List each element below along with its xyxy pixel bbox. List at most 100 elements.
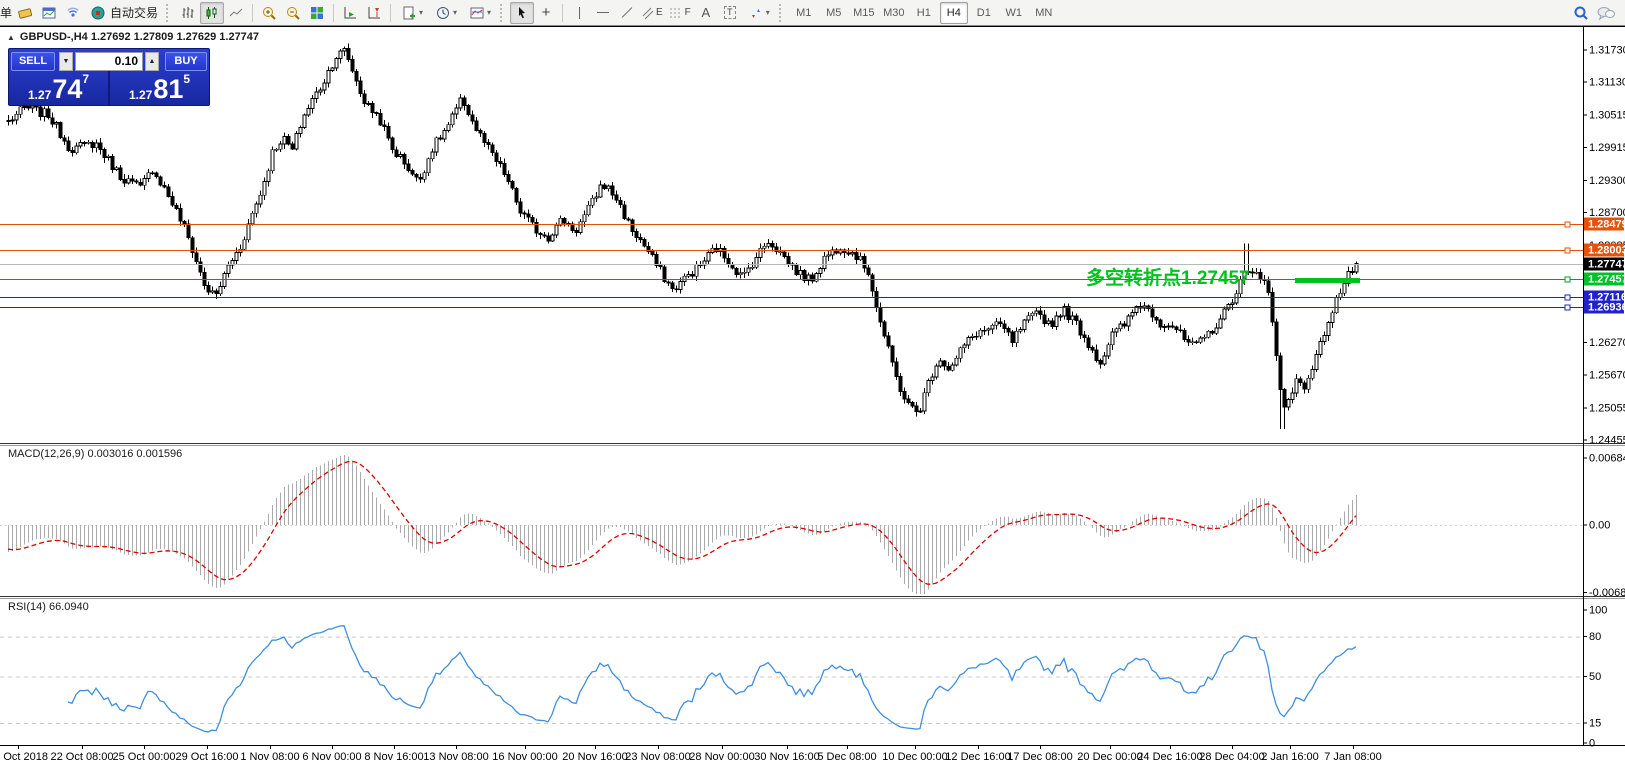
toolbar-separator: [562, 4, 563, 22]
zoom-out-button[interactable]: [281, 2, 305, 24]
chat-button[interactable]: [1593, 2, 1619, 24]
chart-header: ▲ GBPUSD-,H4 1.27692 1.27809 1.27629 1.2…: [7, 31, 259, 43]
svg-text:1.28479: 1.28479: [1588, 219, 1625, 231]
annotation-highlight-bar[interactable]: [1295, 278, 1360, 283]
new-order-button-clipped[interactable]: 单: [0, 2, 13, 24]
svg-text:1.26270: 1.26270: [1589, 337, 1625, 349]
buy-price-big: 81: [153, 76, 183, 102]
timeframe-M15[interactable]: M15: [850, 2, 878, 24]
svg-text:1.31730: 1.31730: [1589, 45, 1625, 57]
svg-text:24 Dec 16:00: 24 Dec 16:00: [1137, 751, 1202, 763]
svg-text:1.29300: 1.29300: [1589, 175, 1625, 187]
toolbar-separator: [390, 4, 391, 22]
timeframe-H1[interactable]: H1: [910, 2, 938, 24]
vertical-line-tool[interactable]: [567, 2, 591, 24]
volume-input[interactable]: [75, 52, 143, 71]
toolbar-grip[interactable]: [166, 4, 173, 22]
order-tag-icon: [17, 5, 33, 21]
svg-text:1.28003: 1.28003: [1588, 245, 1625, 257]
chart-canvas[interactable]: 多空转折点1.274571.317301.311301.305151.29915…: [0, 26, 1625, 768]
toolbar-separator: [333, 4, 334, 22]
chart-shift-button[interactable]: [362, 2, 386, 24]
buy-button[interactable]: BUY: [165, 52, 207, 71]
timeframe-H4[interactable]: H4: [940, 2, 968, 24]
chat-icon: [1596, 5, 1616, 21]
svg-text:1.24455: 1.24455: [1589, 435, 1625, 447]
arrows-tool[interactable]: ▾: [742, 2, 776, 24]
candlestick-chart-button[interactable]: [200, 2, 224, 24]
bar-chart-button[interactable]: [176, 2, 200, 24]
trendline-tool[interactable]: [615, 2, 639, 24]
svg-text:1.27457: 1.27457: [1588, 274, 1625, 286]
line-drag-handle[interactable]: [1565, 295, 1570, 300]
arrows-icon: [748, 6, 764, 20]
dropdown-arrow-icon: ▾: [453, 8, 457, 17]
indicators-button[interactable]: ▾: [395, 2, 429, 24]
sell-price-sup: 7: [82, 72, 89, 86]
timeframe-M5[interactable]: M5: [820, 2, 848, 24]
periods-button[interactable]: ▾: [429, 2, 463, 24]
horizontal-line-tool[interactable]: [591, 2, 615, 24]
svg-text:28 Dec 04:00: 28 Dec 04:00: [1199, 751, 1264, 763]
zoom-in-button[interactable]: [257, 2, 281, 24]
svg-text:0.00: 0.00: [1589, 520, 1610, 532]
sell-button[interactable]: SELL: [11, 52, 55, 71]
timeframe-MN[interactable]: MN: [1030, 2, 1058, 24]
line-drag-handle[interactable]: [1565, 222, 1570, 227]
svg-text:20 Dec 00:00: 20 Dec 00:00: [1077, 751, 1142, 763]
cursor-button[interactable]: [510, 2, 534, 24]
tile-windows-button[interactable]: [305, 2, 329, 24]
timeframe-D1[interactable]: D1: [970, 2, 998, 24]
volume-decrease-button[interactable]: ▼: [59, 52, 73, 71]
svg-text:1.28700: 1.28700: [1589, 207, 1625, 219]
crosshair-button[interactable]: +: [534, 2, 558, 24]
text-tool[interactable]: A: [694, 2, 718, 24]
svg-text:17 Dec 08:00: 17 Dec 08:00: [1007, 751, 1072, 763]
new-order-button[interactable]: [13, 2, 37, 24]
sell-price[interactable]: 1.27 74 7: [9, 71, 108, 105]
buy-price[interactable]: 1.27 81 5: [110, 71, 209, 105]
line-drag-handle[interactable]: [1565, 305, 1570, 310]
trade-panel-price-row: 1.27 74 7 1.27 81 5: [9, 71, 209, 105]
templates-button[interactable]: ▾: [463, 2, 497, 24]
toolbar-grip[interactable]: [779, 4, 786, 22]
svg-text:0: 0: [1589, 738, 1595, 750]
annotation-text[interactable]: 多空转折点1.27457: [1086, 266, 1250, 289]
svg-text:2 Jan 16:00: 2 Jan 16:00: [1261, 751, 1319, 763]
line-drag-handle[interactable]: [1565, 248, 1570, 253]
fibonacci-tool[interactable]: F: [666, 2, 694, 24]
line-chart-button[interactable]: [224, 2, 248, 24]
text-label-tool[interactable]: T: [718, 2, 742, 24]
svg-text:13 Nov 08:00: 13 Nov 08:00: [423, 751, 488, 763]
auto-scroll-icon: [342, 5, 358, 21]
chart-shift-icon: [366, 5, 382, 21]
volume-increase-button[interactable]: ▲: [145, 52, 159, 71]
toolbar-grip[interactable]: [500, 4, 507, 22]
search-button[interactable]: [1569, 2, 1593, 24]
svg-text:5 Dec 08:00: 5 Dec 08:00: [817, 751, 876, 763]
svg-text:1.27747: 1.27747: [1588, 259, 1625, 271]
cursor-icon: [514, 5, 530, 21]
svg-text:1.31130: 1.31130: [1589, 77, 1625, 89]
svg-text:20 Nov 16:00: 20 Nov 16:00: [562, 751, 627, 763]
svg-text:1.26936: 1.26936: [1588, 302, 1625, 314]
equidistant-channel-tool[interactable]: E: [639, 2, 666, 24]
timeframe-W1[interactable]: W1: [1000, 2, 1028, 24]
buy-price-sup: 5: [183, 72, 190, 86]
zoom-out-icon: [285, 5, 301, 21]
svg-text:1.30515: 1.30515: [1589, 110, 1625, 122]
line-drag-handle[interactable]: [1565, 277, 1570, 282]
svg-text:7 Jan 08:00: 7 Jan 08:00: [1324, 751, 1382, 763]
text-label-icon: T: [724, 6, 736, 19]
dropdown-arrow-icon: ▾: [419, 8, 423, 17]
autotrading-button[interactable]: 自动交易: [85, 2, 163, 24]
collapse-icon[interactable]: ▲: [7, 33, 15, 42]
signals-button[interactable]: [61, 2, 85, 24]
timeframe-M1[interactable]: M1: [790, 2, 818, 24]
svg-text:16 Nov 00:00: 16 Nov 00:00: [492, 751, 557, 763]
search-icon: [1572, 4, 1590, 22]
new-chart-button[interactable]: [37, 2, 61, 24]
auto-scroll-button[interactable]: [338, 2, 362, 24]
ohlc-bars-icon: [180, 5, 196, 21]
timeframe-M30[interactable]: M30: [880, 2, 908, 24]
